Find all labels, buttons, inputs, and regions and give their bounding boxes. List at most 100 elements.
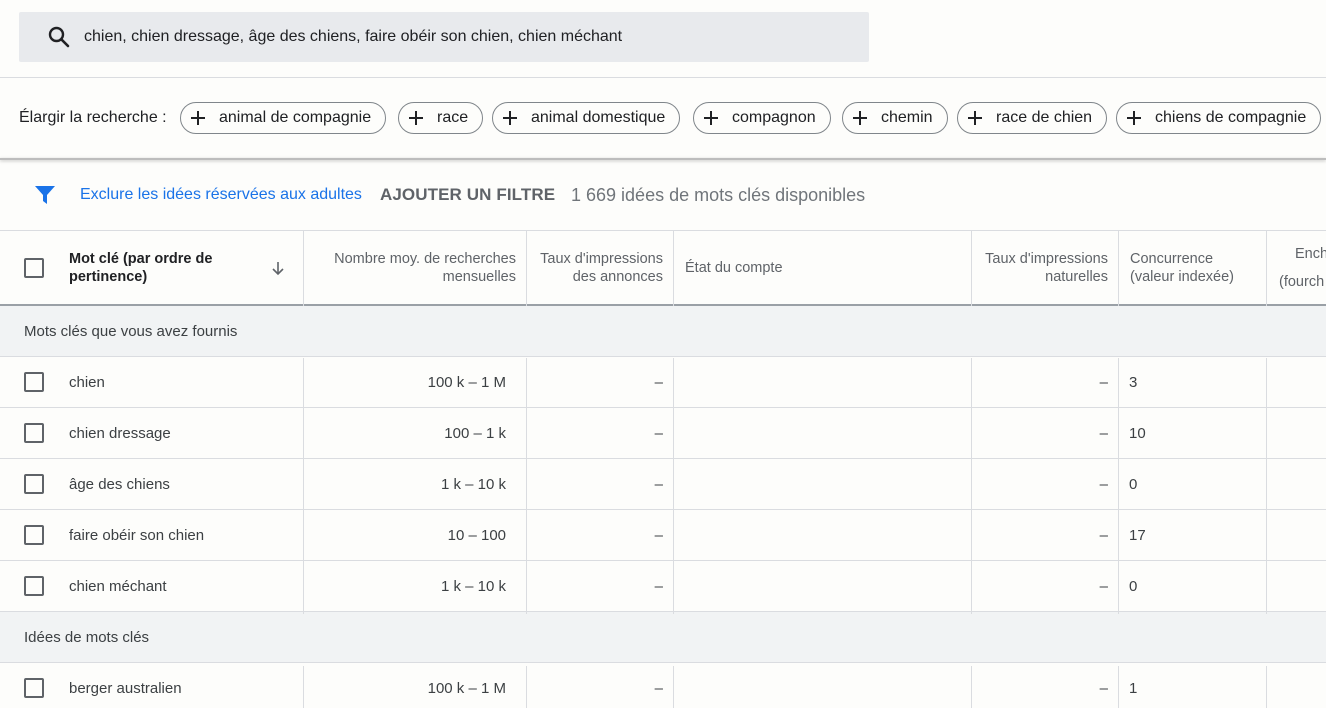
broaden-chip[interactable]: chemin <box>842 102 948 134</box>
header-bid-line2: (fourch <box>1279 273 1325 290</box>
table-row[interactable]: faire obéir son chien 10 – 100 – – 17 <box>0 510 1326 561</box>
organic-impressions-cell: – <box>1099 373 1108 391</box>
row-checkbox[interactable] <box>24 525 44 545</box>
table-row[interactable]: chien dressage 100 – 1 k – – 10 <box>0 408 1326 459</box>
row-checkbox-cell <box>24 408 44 458</box>
ad-impressions-cell: – <box>654 475 663 493</box>
ad-impressions-cell: – <box>654 424 663 442</box>
ad-impressions-cell: – <box>654 373 663 391</box>
row-checkbox-cell <box>24 357 44 407</box>
header-organic-impressions[interactable]: Taux d'impressions naturelles <box>985 231 1108 304</box>
column-divider <box>303 666 304 708</box>
row-checkbox[interactable] <box>24 576 44 596</box>
plus-icon <box>968 111 982 125</box>
row-checkbox[interactable] <box>24 474 44 494</box>
avg-searches-cell: 10 – 100 <box>447 526 506 544</box>
sort-arrow-icon[interactable] <box>270 231 286 304</box>
chip-label: chemin <box>881 109 933 126</box>
header-keyword[interactable]: Mot clé (par ordre de pertinence) <box>69 231 229 304</box>
avg-searches-cell: 100 k – 1 M <box>427 373 506 391</box>
header-bid-range[interactable]: Ench (fourch <box>1279 231 1326 304</box>
competition-cell: 0 <box>1129 577 1138 595</box>
plus-icon <box>191 111 205 125</box>
column-divider <box>1266 666 1267 708</box>
column-divider <box>971 231 972 306</box>
column-divider <box>1118 358 1119 614</box>
competition-cell: 1 <box>1129 679 1138 697</box>
chip-label: animal de compagnie <box>219 109 372 126</box>
column-divider <box>1266 358 1267 614</box>
avg-searches-cell: 1 k – 10 k <box>440 475 506 493</box>
ad-impressions-cell: – <box>654 577 663 595</box>
ideas-count: 1 669 idées de mots clés disponibles <box>571 185 866 205</box>
column-divider <box>971 666 972 708</box>
column-divider <box>526 231 527 306</box>
avg-searches-cell: 100 – 1 k <box>444 424 506 442</box>
ad-impressions-cell: – <box>654 526 663 544</box>
broaden-chip[interactable]: animal de compagnie <box>180 102 387 134</box>
keyword-search-bar[interactable]: chien, chien dressage, âge des chiens, f… <box>19 12 869 62</box>
broaden-chip[interactable]: chiens de compagnie <box>1116 102 1322 134</box>
plus-icon <box>704 111 718 125</box>
chip-label: compagnon <box>732 109 816 126</box>
chip-label: race de chien <box>996 109 1093 126</box>
exclude-adult-ideas-link[interactable]: Exclure les idées réservées aux adultes <box>80 186 362 204</box>
column-divider <box>526 666 527 708</box>
table-row[interactable]: âge des chiens 1 k – 10 k – – 0 <box>0 459 1326 510</box>
chip-label: animal domestique <box>531 109 666 126</box>
header-competition[interactable]: Concurrence (valeur indexée) <box>1130 231 1260 304</box>
column-divider <box>971 358 972 614</box>
group-label: Idées de mots clés <box>24 629 150 646</box>
broaden-chip[interactable]: animal domestique <box>492 102 681 134</box>
column-divider <box>673 358 674 614</box>
competition-cell: 10 <box>1129 424 1146 442</box>
broaden-search-bar: Élargir la recherche : animal de compagn… <box>0 78 1326 158</box>
keyword-cell: chien méchant <box>69 577 167 595</box>
column-divider <box>1118 666 1119 708</box>
column-divider <box>1118 231 1119 306</box>
row-checkbox-cell <box>24 510 44 560</box>
broaden-chip[interactable]: race de chien <box>957 102 1108 134</box>
organic-impressions-cell: – <box>1099 475 1108 493</box>
table-header: Mot clé (par ordre de pertinence) Nombre… <box>0 231 1326 306</box>
row-checkbox-cell <box>24 561 44 611</box>
column-divider <box>526 358 527 614</box>
keyword-cell: chien <box>69 373 105 391</box>
search-query-text[interactable]: chien, chien dressage, âge des chiens, f… <box>84 28 622 46</box>
row-checkbox[interactable] <box>24 678 44 698</box>
filter-icon[interactable] <box>34 185 56 205</box>
chip-label: race <box>437 109 469 126</box>
competition-cell: 0 <box>1129 475 1138 493</box>
keyword-cell: faire obéir son chien <box>69 526 205 544</box>
row-checkbox[interactable] <box>24 423 44 443</box>
organic-impressions-cell: – <box>1099 577 1108 595</box>
organic-impressions-cell: – <box>1099 679 1108 697</box>
select-all-checkbox[interactable] <box>24 257 44 278</box>
add-filter-button[interactable]: AJOUTER UN FILTRE <box>380 185 555 205</box>
row-checkbox[interactable] <box>24 372 44 392</box>
chip-label: chiens de compagnie <box>1155 109 1307 126</box>
header-ad-impressions[interactable]: Taux d'impressions des annonces <box>535 231 663 304</box>
keyword-cell: chien dressage <box>69 424 171 442</box>
broaden-label: Élargir la recherche : <box>19 109 167 126</box>
broaden-chip[interactable]: race <box>398 102 484 134</box>
row-checkbox-cell <box>24 663 44 708</box>
filter-bar: Exclure les idées réservées aux adultes … <box>0 160 1326 230</box>
header-account-status[interactable]: État du compte <box>685 231 783 304</box>
keyword-cell: âge des chiens <box>69 475 170 493</box>
table-row[interactable]: chien méchant 1 k – 10 k – – 0 <box>0 561 1326 612</box>
competition-cell: 17 <box>1129 526 1146 544</box>
organic-impressions-cell: – <box>1099 526 1108 544</box>
column-divider <box>673 666 674 708</box>
header-avg-searches[interactable]: Nombre moy. de recherches mensuelles <box>314 231 516 304</box>
broaden-chip[interactable]: compagnon <box>693 102 831 134</box>
table-row[interactable]: chien 100 k – 1 M – – 3 <box>0 357 1326 408</box>
group-label: Mots clés que vous avez fournis <box>24 323 238 340</box>
row-checkbox-cell <box>24 459 44 509</box>
group-header-ideas: Idées de mots clés <box>0 612 1326 663</box>
table-row[interactable]: berger australien 100 k – 1 M – – 1 <box>0 663 1326 708</box>
keyword-cell: berger australien <box>69 679 182 697</box>
plus-icon <box>853 111 867 125</box>
plus-icon <box>503 111 517 125</box>
organic-impressions-cell: – <box>1099 424 1108 442</box>
